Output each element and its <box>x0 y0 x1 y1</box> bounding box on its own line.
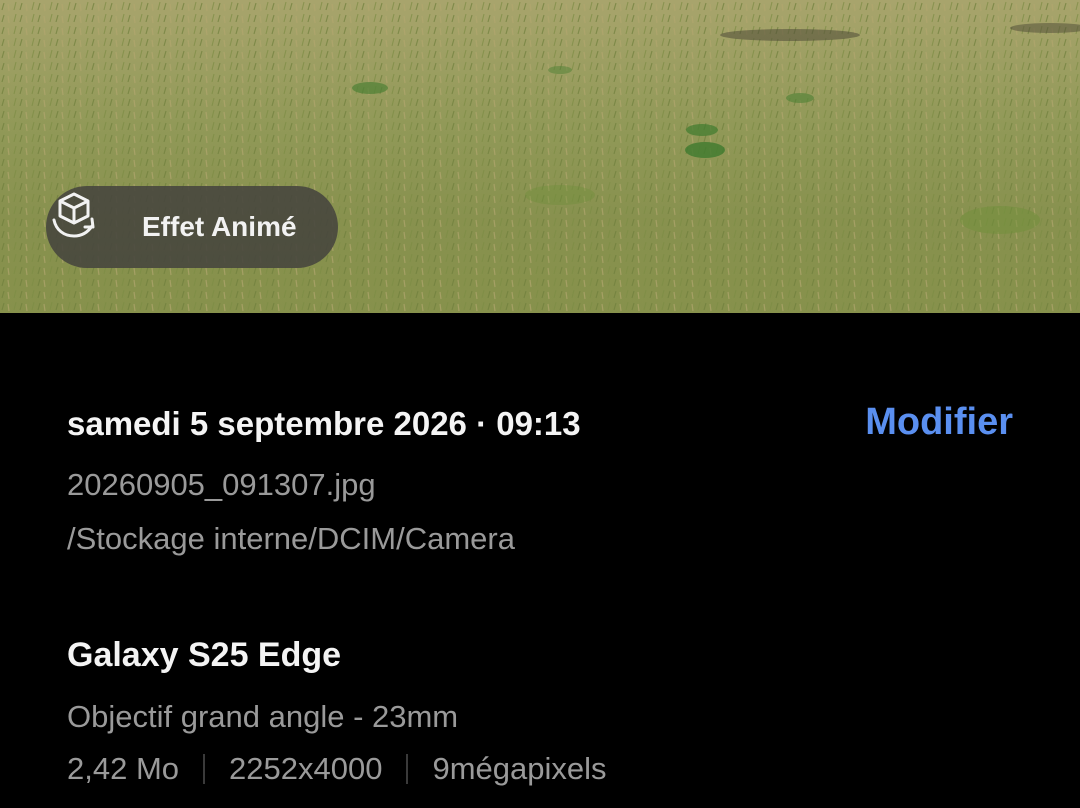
divider <box>203 754 206 784</box>
device-name: Galaxy S25 Edge <box>67 636 342 674</box>
animated-effect-label: Effet Animé <box>142 211 297 242</box>
divider <box>406 754 409 784</box>
megapixels: 9mégapixels <box>432 751 607 786</box>
edit-details-button[interactable]: Modifier <box>865 401 1013 444</box>
photo-details-panel: samedi 5 septembre 2026 · 09:13 Modifier… <box>0 313 1080 808</box>
animated-effect-cube-icon <box>52 192 132 255</box>
photo-preview[interactable]: Effet Animé <box>0 0 1080 313</box>
file-path: /Stockage interne/DCIM/Camera <box>67 521 515 556</box>
animated-effect-button[interactable]: Effet Animé <box>46 186 338 268</box>
lens-info: Objectif grand angle - 23mm <box>67 699 459 734</box>
image-specs: 2,42 Mo 2252x4000 9mégapixels <box>67 751 607 787</box>
image-resolution: 2252x4000 <box>229 751 383 786</box>
file-name: 20260905_091307.jpg <box>67 467 376 502</box>
file-size: 2,42 Mo <box>67 751 180 786</box>
capture-date-time: samedi 5 septembre 2026 · 09:13 <box>67 405 581 442</box>
